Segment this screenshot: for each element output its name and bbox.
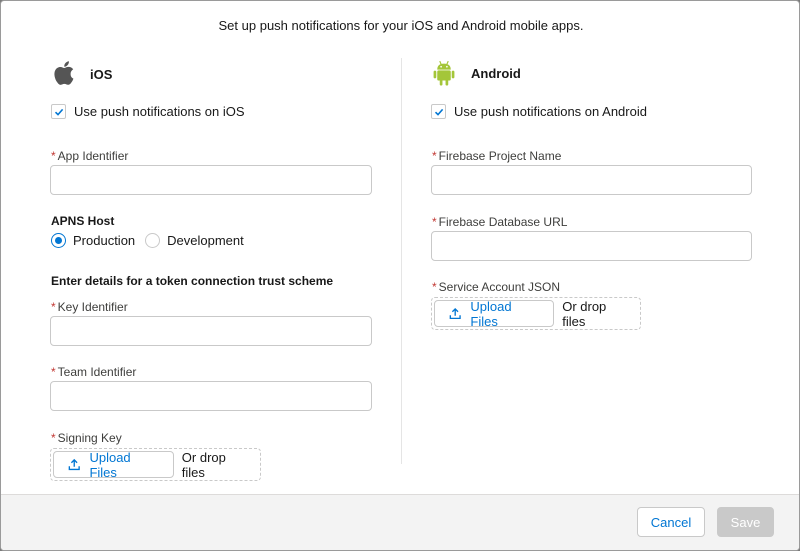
- apple-icon: [51, 59, 77, 89]
- ios-enable-label: Use push notifications on iOS: [74, 104, 245, 119]
- push-notifications-modal: Set up push notifications for your iOS a…: [0, 0, 800, 551]
- apns-development-radio[interactable]: [145, 233, 161, 248]
- service-account-upload-button[interactable]: Upload Files: [434, 298, 555, 329]
- column-divider: [401, 58, 402, 464]
- team-identifier-input[interactable]: [50, 381, 372, 411]
- required-marker: *: [432, 215, 437, 229]
- upload-icon: [449, 307, 461, 320]
- apns-production-option[interactable]: Production: [51, 233, 135, 248]
- checkmark-icon: [434, 108, 443, 116]
- required-marker: *: [51, 431, 56, 445]
- apns-host-radio-group: Production Development: [51, 233, 254, 248]
- key-identifier-label: * Key Identifier: [51, 300, 128, 314]
- service-account-json-dropzone[interactable]: Upload Files Or drop files: [431, 297, 641, 330]
- android-title: Android: [471, 66, 521, 81]
- key-identifier-input[interactable]: [50, 316, 372, 346]
- ios-title: iOS: [90, 66, 113, 82]
- upload-files-label: Upload Files: [89, 449, 131, 480]
- apns-host-label: APNS Host: [51, 214, 115, 228]
- save-button[interactable]: Save: [717, 507, 774, 537]
- apns-production-label: Production: [73, 233, 136, 248]
- drop-files-label: Or drop files: [181, 449, 226, 480]
- token-scheme-heading: Enter details for a token connection tru…: [51, 274, 334, 288]
- app-identifier-input[interactable]: [50, 165, 372, 195]
- team-identifier-label: * Team Identifier: [51, 365, 137, 379]
- signing-key-upload-button[interactable]: Upload Files: [53, 449, 174, 480]
- android-enable-label: Use push notifications on Android: [454, 104, 647, 119]
- required-marker: *: [432, 280, 437, 294]
- drop-files-label: Or drop files: [562, 298, 607, 329]
- android-icon: [431, 60, 458, 87]
- required-marker: *: [51, 300, 56, 314]
- android-enable-checkbox[interactable]: [431, 104, 446, 119]
- signing-key-label: * Signing Key: [51, 431, 122, 445]
- apns-development-option[interactable]: Development: [145, 233, 244, 248]
- android-section-header: Android: [431, 60, 521, 87]
- apns-production-radio[interactable]: [51, 233, 66, 248]
- firebase-project-name-label: * Firebase Project Name: [432, 149, 562, 163]
- firebase-database-url-label: * Firebase Database URL: [432, 215, 568, 229]
- upload-files-label: Upload Files: [470, 298, 512, 329]
- intro-text: Set up push notifications for your iOS a…: [218, 18, 584, 33]
- firebase-project-name-input[interactable]: [431, 165, 752, 195]
- apns-development-label: Development: [167, 233, 244, 248]
- cancel-button[interactable]: Cancel: [637, 507, 705, 537]
- android-enable-checkbox-row[interactable]: Use push notifications on Android: [431, 104, 647, 119]
- checkmark-icon: [54, 108, 63, 116]
- required-marker: *: [432, 149, 437, 163]
- required-marker: *: [51, 149, 56, 163]
- required-marker: *: [51, 365, 56, 379]
- ios-enable-checkbox[interactable]: [51, 104, 66, 119]
- app-identifier-label: * App Identifier: [51, 149, 129, 163]
- service-account-json-label: * Service Account JSON: [432, 280, 561, 294]
- signing-key-dropzone[interactable]: Upload Files Or drop files: [50, 448, 261, 481]
- firebase-database-url-input[interactable]: [431, 231, 752, 261]
- ios-section-header: iOS: [51, 59, 112, 89]
- modal-footer: Cancel Save: [1, 494, 799, 550]
- upload-icon: [68, 458, 80, 471]
- ios-enable-checkbox-row[interactable]: Use push notifications on iOS: [51, 104, 245, 119]
